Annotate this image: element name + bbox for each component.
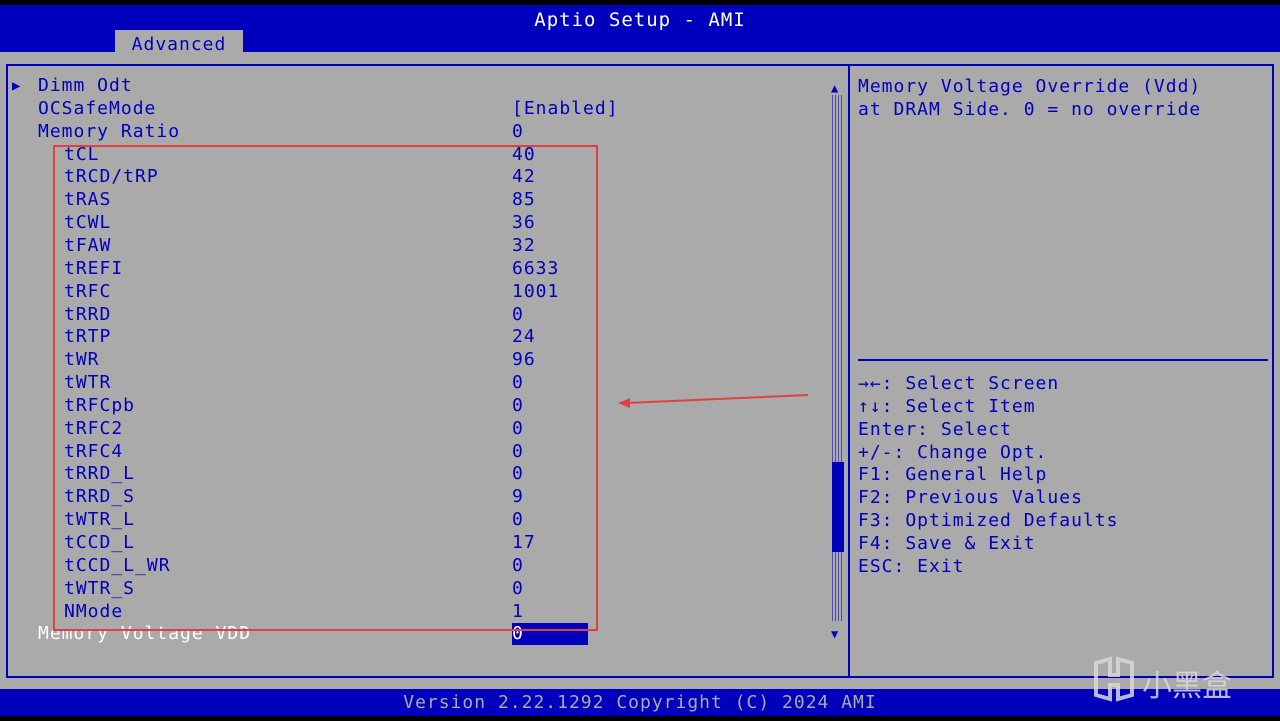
setting-value[interactable]: 0	[512, 121, 524, 143]
watermark-text: 小黑盒	[1142, 669, 1232, 704]
key-hint: F1: General Help	[858, 464, 1048, 486]
help-frame	[850, 64, 1274, 678]
setting-label-selected[interactable]: Memory Voltage VDD	[38, 623, 251, 645]
setting-value[interactable]: 1	[512, 601, 524, 623]
triangle-right-icon: ▶	[12, 78, 21, 94]
setting-value[interactable]: 1001	[512, 281, 559, 303]
help-description-line1: Memory Voltage Override (Vdd)	[858, 76, 1202, 97]
setting-label[interactable]: tWTR_L	[64, 509, 135, 531]
setting-value[interactable]: 0	[512, 441, 524, 463]
setting-value[interactable]: 6633	[512, 258, 559, 280]
setting-value[interactable]: 85	[512, 189, 536, 211]
setting-label[interactable]: tRFCpb	[64, 395, 135, 417]
setting-value[interactable]: 0	[512, 395, 524, 417]
setting-label[interactable]: tRTP	[64, 326, 111, 348]
setting-label[interactable]: OCSafeMode	[38, 98, 156, 120]
key-hint: ↑↓: Select Item	[858, 395, 1036, 417]
setting-value[interactable]: 0	[512, 463, 524, 485]
triangle-down-icon[interactable]: ▼	[831, 628, 838, 640]
setting-value[interactable]: 32	[512, 235, 536, 257]
key-hint: F4: Save & Exit	[858, 532, 1036, 554]
setting-value[interactable]: 0	[512, 578, 524, 600]
setting-label[interactable]: tCWL	[64, 212, 111, 234]
setting-value[interactable]: 36	[512, 212, 536, 234]
key-hint: F3: Optimized Defaults	[858, 510, 1119, 532]
key-hint: Enter: Select	[858, 418, 1012, 440]
setting-value[interactable]: 9	[512, 486, 524, 508]
key-hint: F2: Previous Values	[858, 487, 1083, 509]
setting-label[interactable]: tREFI	[64, 258, 123, 280]
setting-value[interactable]: 24	[512, 326, 536, 348]
setting-label[interactable]: tCCD_L	[64, 532, 135, 554]
setting-label[interactable]: tRFC2	[64, 418, 123, 440]
setting-label[interactable]: tRAS	[64, 189, 111, 211]
setting-value[interactable]: [Enabled]	[512, 98, 619, 120]
app-title: Aptio Setup - AMI	[534, 9, 746, 31]
setting-value[interactable]: 0	[512, 372, 524, 394]
key-hint: +/-: Change Opt.	[858, 441, 1048, 463]
setting-label[interactable]: tFAW	[64, 235, 111, 257]
watermark-logo: 小黑盒	[1088, 655, 1248, 705]
setting-label[interactable]: tRFC	[64, 281, 111, 303]
setting-label[interactable]: Dimm Odt	[38, 75, 133, 97]
setting-label[interactable]: tRRD	[64, 304, 111, 326]
main-panel	[0, 52, 1280, 689]
setting-label[interactable]: tCL	[64, 144, 100, 166]
help-divider	[858, 359, 1268, 361]
setting-label[interactable]: tCCD_L_WR	[64, 555, 171, 577]
setting-value[interactable]: 0	[512, 555, 524, 577]
setting-label[interactable]: tRFC4	[64, 441, 123, 463]
triangle-up-icon[interactable]: ▲	[831, 82, 838, 94]
key-hint: →←: Select Screen	[858, 373, 1060, 394]
title-bar: Aptio Setup - AMI Advanced	[0, 5, 1280, 57]
setting-value[interactable]: 42	[512, 166, 536, 188]
setting-label[interactable]: Memory Ratio	[38, 121, 180, 143]
setting-value[interactable]: 0	[512, 304, 524, 326]
setting-label[interactable]: tWTR_S	[64, 578, 135, 600]
key-hint: ESC: Exit	[858, 555, 965, 577]
setting-label[interactable]: tWTR	[64, 372, 111, 394]
setting-value[interactable]: 17	[512, 532, 536, 554]
setting-value[interactable]: 0	[512, 509, 524, 531]
scrollbar-thumb[interactable]	[832, 462, 844, 552]
setting-value-selected[interactable]: 0	[512, 623, 588, 645]
watermark-mark-icon	[1094, 656, 1134, 702]
setting-value[interactable]: 40	[512, 144, 536, 166]
setting-label[interactable]: tRRD_L	[64, 463, 135, 485]
setting-value[interactable]: 0	[512, 418, 524, 440]
setting-label[interactable]: tWR	[64, 349, 100, 371]
setting-label[interactable]: tRCD/tRP	[64, 166, 159, 188]
setting-label[interactable]: NMode	[64, 601, 123, 623]
setting-value[interactable]: 96	[512, 349, 536, 371]
setting-label[interactable]: tRRD_S	[64, 486, 135, 508]
help-description-line2: at DRAM Side. 0 = no override	[858, 99, 1202, 120]
